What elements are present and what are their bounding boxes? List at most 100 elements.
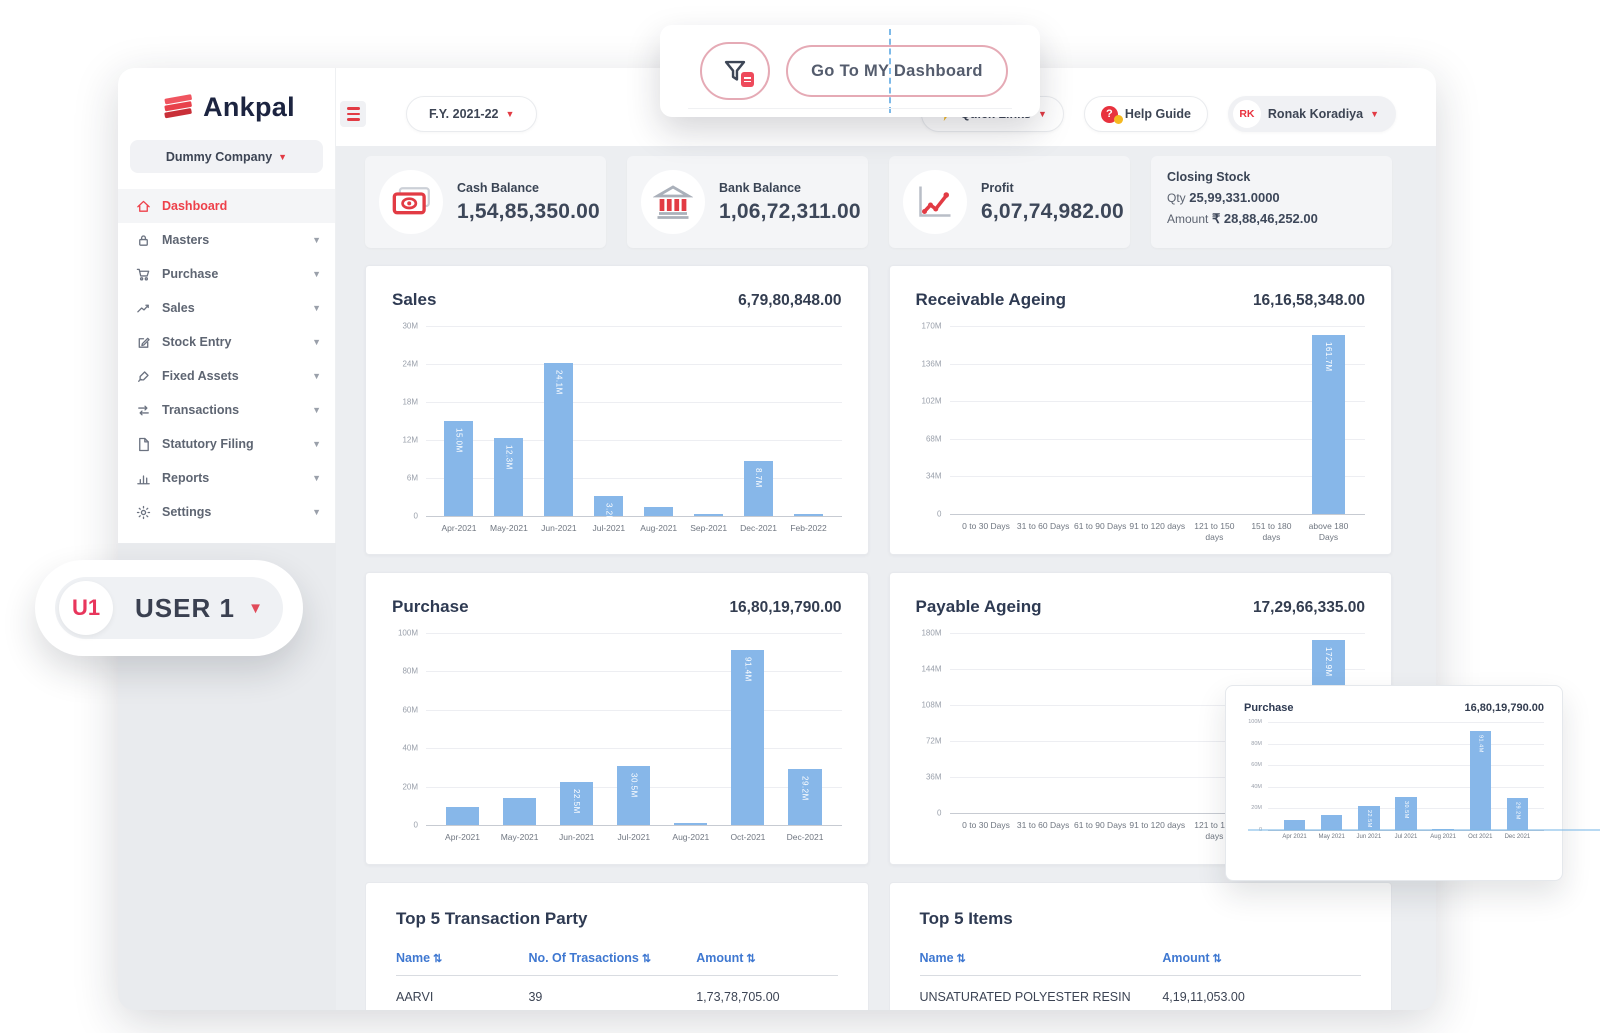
bar-Aug-2021 — [674, 823, 707, 825]
stat-value: 6,07,74,982.00 — [981, 200, 1116, 224]
y-axis-tick: 30M — [402, 322, 418, 331]
brand-logo[interactable]: Ankpal — [118, 86, 335, 140]
bar-slot — [1072, 633, 1129, 813]
chevron-down-icon: ▼ — [312, 405, 321, 415]
amount-label: Amount — [1167, 212, 1208, 226]
chart-total: 6,79,80,848.00 — [738, 292, 841, 310]
go-to-my-dashboard-button[interactable]: Go To MY Dashboard — [786, 45, 1008, 97]
bar-slot — [958, 633, 1015, 813]
company-selector[interactable]: Dummy Company ▼ — [130, 140, 323, 173]
bar-Dec-2021: 8.7M — [744, 461, 773, 516]
stat-value: 1,54,85,350.00 — [457, 200, 592, 224]
bar-value-label: 15.0M — [454, 428, 463, 453]
hamburger-menu-icon[interactable] — [340, 101, 366, 127]
bar-Aug-2021 — [644, 507, 673, 517]
user-switcher-button[interactable]: U1 USER 1 ▼ — [55, 577, 283, 639]
y-axis-tick: 80M — [1251, 741, 1262, 747]
bar-slot: 29.2M — [776, 633, 833, 825]
sidebar-item-sales[interactable]: Sales▼ — [118, 291, 335, 325]
column-header-name[interactable]: Name⇅ — [920, 951, 1163, 965]
qty-label: Qty — [1167, 191, 1186, 205]
column-header-name[interactable]: Name⇅ — [396, 951, 528, 965]
stat-label: Profit — [981, 181, 1116, 195]
sales-icon — [136, 301, 151, 316]
tables-row: Top 5 Transaction Party Name⇅No. Of Tras… — [365, 882, 1392, 1010]
x-axis-label: Jun-2021 — [534, 516, 584, 534]
help-guide-button[interactable]: ? Help Guide — [1084, 96, 1208, 132]
sidebar-item-fixed-assets[interactable]: Fixed Assets▼ — [118, 359, 335, 393]
y-axis-tick: 6M — [407, 474, 418, 483]
fiscal-year-selector[interactable]: F.Y. 2021-22 ▼ — [406, 96, 537, 132]
stat-texts: Bank Balance 1,06,72,311.00 — [719, 181, 854, 224]
bar-slot — [434, 633, 491, 825]
filter-badge-icon — [741, 72, 754, 87]
bar-Feb-2022 — [794, 514, 823, 516]
chart-title: Purchase — [392, 597, 469, 617]
sort-icon[interactable]: ⇅ — [746, 953, 755, 965]
column-header-amount[interactable]: Amount⇅ — [696, 951, 837, 965]
sort-icon[interactable]: ⇅ — [642, 953, 651, 965]
bar-Jul 2021: 30.5M — [1395, 797, 1417, 830]
bar-Dec-2021: 29.2M — [788, 769, 821, 825]
charts-row-1: Sales 6,79,80,848.00 30M24M18M12M6M015.0… — [365, 265, 1392, 555]
settings-icon — [136, 505, 151, 520]
purchase-mini-chart: 100M80M60M40M20M022.5M30.5M91.4M29.2MApr… — [1244, 722, 1544, 842]
bar-slot: 12.3M — [484, 326, 534, 516]
column-header-no-of-trasactions[interactable]: No. Of Trasactions⇅ — [528, 951, 696, 965]
y-axis-tick: 102M — [921, 397, 941, 406]
sidebar-item-label: Masters — [162, 233, 209, 247]
table-cell: UNSATURATED POLYESTER RESIN — [920, 990, 1163, 1004]
sidebar-item-purchase[interactable]: Purchase▼ — [118, 257, 335, 291]
floating-user-switcher: U1 USER 1 ▼ — [35, 560, 303, 656]
ankpal-logo-icon — [158, 90, 196, 124]
bar-slot: 91.4M — [1462, 722, 1499, 830]
x-axis-label: 151 to 180 days — [1243, 514, 1300, 543]
sidebar-item-masters[interactable]: Masters ▼ — [118, 223, 335, 257]
chevron-down-icon: ▼ — [312, 303, 321, 313]
column-header-amount[interactable]: Amount⇅ — [1162, 951, 1361, 965]
stat-texts: Profit 6,07,74,982.00 — [981, 181, 1116, 224]
sort-icon[interactable]: ⇅ — [433, 953, 442, 965]
user-menu[interactable]: RK Ronak Koradiya ▼ — [1228, 96, 1396, 132]
sidebar-item-transactions[interactable]: Transactions▼ — [118, 393, 335, 427]
sort-icon[interactable]: ⇅ — [1213, 953, 1222, 965]
profit-chart-icon — [903, 170, 967, 234]
top-items-table: Name⇅Amount⇅UNSATURATED POLYESTER RESIN4… — [920, 951, 1362, 1004]
annotation-horizontal-line — [1248, 829, 1600, 831]
chart-title: Purchase — [1244, 702, 1294, 714]
chevron-down-icon: ▼ — [312, 337, 321, 347]
sidebar-item-reports[interactable]: Reports▼ — [118, 461, 335, 495]
sidebar-item-dashboard[interactable]: Dashboard — [118, 189, 335, 223]
chart-title: Sales — [392, 290, 436, 310]
x-axis-label: 121 to 150 days — [1186, 514, 1243, 543]
chevron-down-icon: ▼ — [312, 235, 321, 245]
sidebar-item-statutory-filing[interactable]: Statutory Filing▼ — [118, 427, 335, 461]
bar-Apr-2021 — [446, 807, 479, 825]
help-question-icon: ? — [1101, 106, 1118, 123]
gridline — [426, 516, 842, 517]
x-axis-label: Feb-2022 — [784, 516, 834, 534]
stat-label: Closing Stock — [1167, 170, 1390, 184]
bar-slot — [1186, 326, 1243, 514]
y-axis-tick: 72M — [926, 737, 942, 746]
x-axis-label: Oct 2021 — [1462, 830, 1499, 842]
masters-icon — [136, 233, 151, 248]
bar-slot — [491, 633, 548, 825]
fixed-assets-icon — [136, 369, 151, 384]
x-axis-label: Dec-2021 — [734, 516, 784, 534]
floating-dashboard-bar: Go To MY Dashboard — [660, 25, 1040, 117]
cash-icon — [379, 170, 443, 234]
top-transaction-party-table: Name⇅No. Of Trasactions⇅Amount⇅AARVI391,… — [396, 951, 838, 1004]
bar-Apr-2021: 15.0M — [444, 421, 473, 516]
filter-button[interactable] — [700, 42, 770, 100]
y-axis-tick: 36M — [926, 773, 942, 782]
chevron-down-icon: ▼ — [312, 371, 321, 381]
top-transaction-party-card: Top 5 Transaction Party Name⇅No. Of Tras… — [365, 882, 869, 1010]
sidebar-item-stock-entry[interactable]: Stock Entry▼ — [118, 325, 335, 359]
sidebar-item-label: Dashboard — [162, 199, 227, 213]
sort-icon[interactable]: ⇅ — [957, 953, 966, 965]
y-axis-tick: 170M — [921, 322, 941, 331]
sidebar-item-settings[interactable]: Settings▼ — [118, 495, 335, 529]
bar-value-label: 29.2M — [1514, 802, 1520, 820]
y-axis-tick: 80M — [402, 667, 418, 676]
